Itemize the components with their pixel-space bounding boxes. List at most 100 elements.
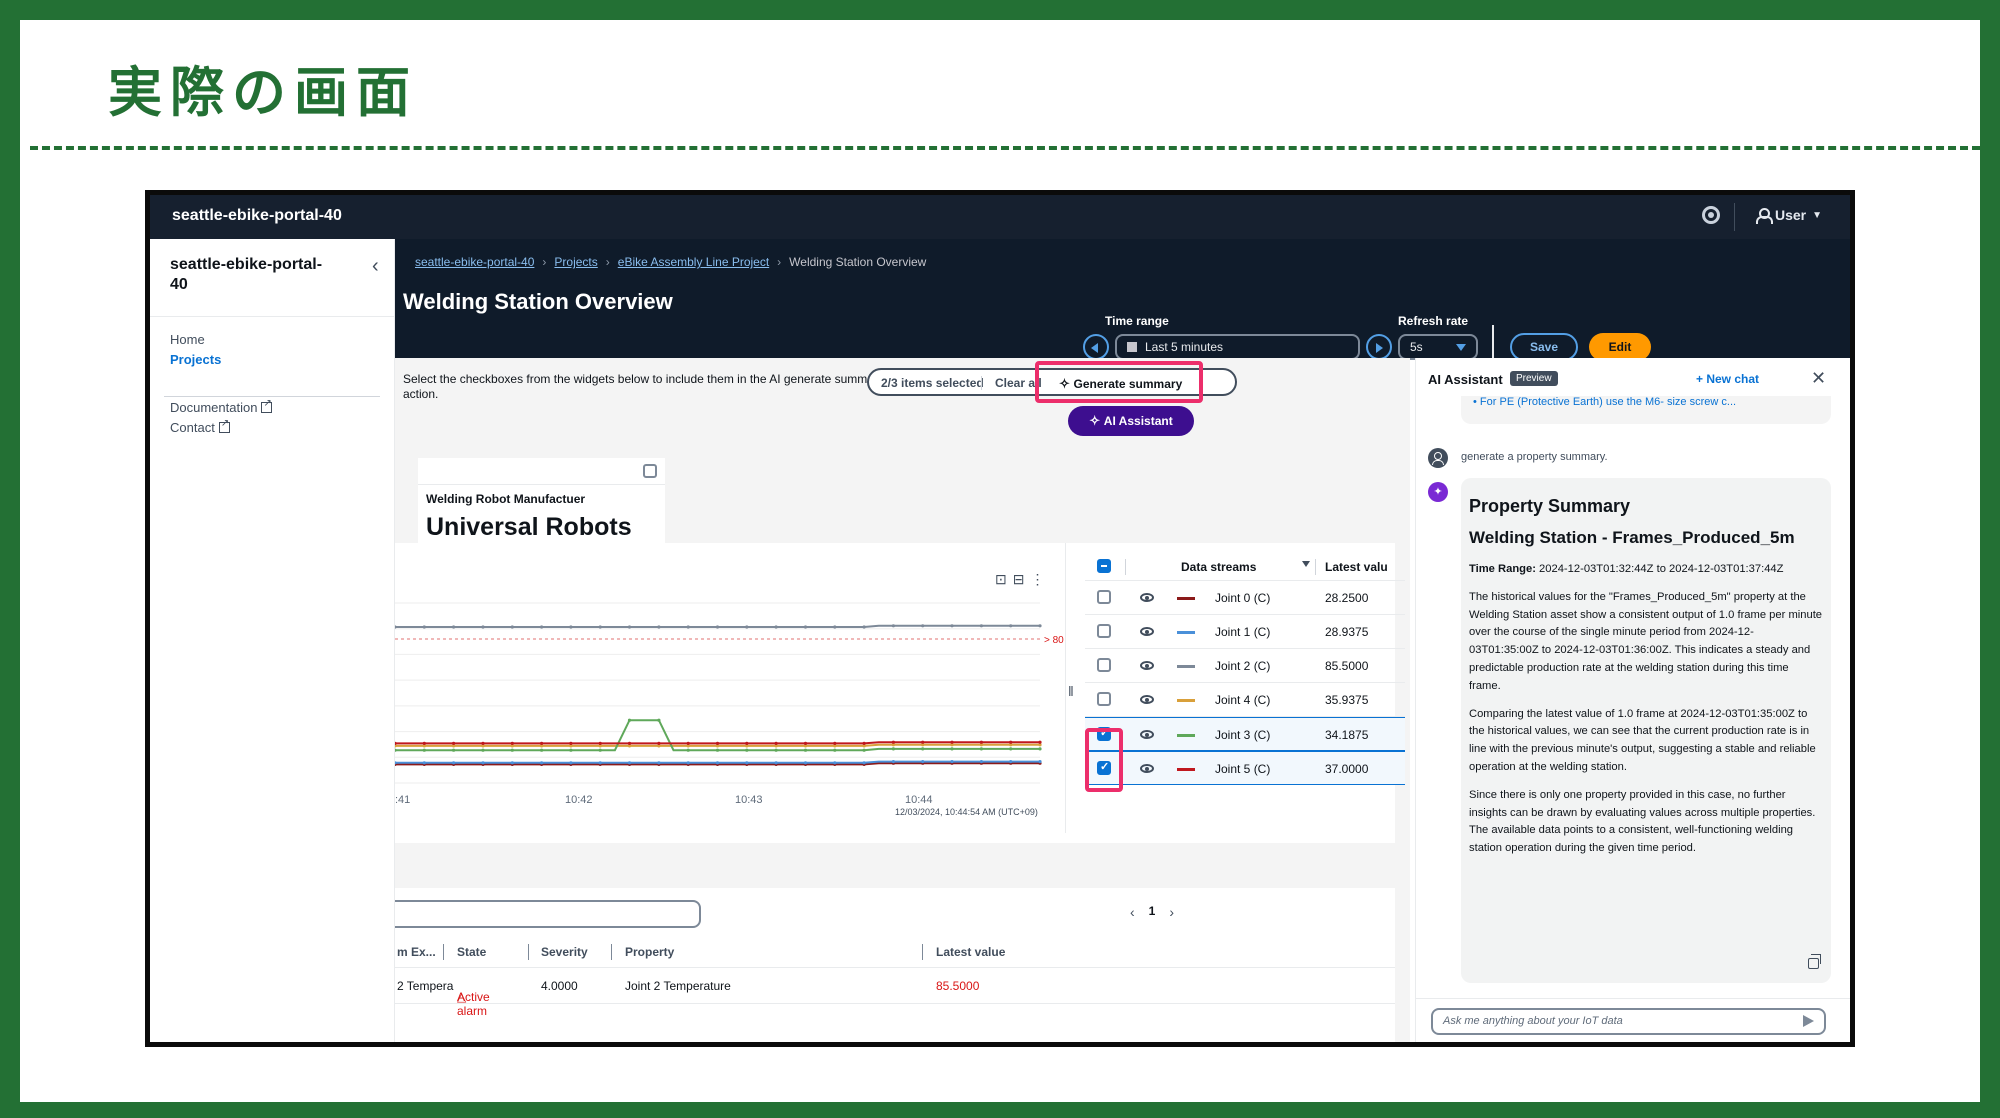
data-stream-row[interactable]: Joint 1 (C) 28.9375 (1085, 615, 1405, 649)
stream-checkbox[interactable] (1097, 692, 1111, 706)
data-stream-row[interactable]: Joint 2 (C) 85.5000 (1085, 649, 1405, 683)
divider (1065, 543, 1066, 833)
breadcrumb-item[interactable]: eBike Assembly Line Project (618, 255, 769, 269)
alarm-search-input[interactable] (395, 900, 701, 928)
response-heading: Property Summary (1469, 496, 1631, 516)
collapse-chevron-icon[interactable]: ‹ (372, 255, 379, 278)
data-point (979, 747, 984, 751)
external-link-icon (261, 398, 273, 413)
sidebar-link-documentation[interactable]: Documentation (170, 398, 273, 415)
ai-assistant-panel: AI Assistant Preview + New chat ✕ • For … (1415, 358, 1850, 1042)
data-point (979, 740, 984, 744)
column-header[interactable]: Property (625, 945, 674, 959)
data-point (774, 748, 778, 752)
time-range-picker[interactable]: Last 5 minutes (1115, 334, 1360, 360)
caret-down-icon: ▼ (1812, 209, 1822, 221)
data-point (422, 748, 426, 752)
save-button[interactable]: Save (1510, 333, 1578, 361)
breadcrumb-item[interactable]: seattle-ebike-portal-40 (415, 255, 534, 269)
select-all-checkbox[interactable] (1097, 559, 1111, 573)
data-point (510, 748, 514, 752)
close-icon[interactable]: ✕ (1811, 368, 1826, 389)
user-icon (1755, 208, 1773, 224)
stream-checkbox[interactable] (1097, 590, 1111, 604)
brand-title[interactable]: seattle-ebike-portal-40 (172, 207, 342, 225)
sidebar-item-projects[interactable]: Projects (170, 352, 221, 367)
data-stream-row[interactable]: Joint 0 (C) 28.2500 (1085, 581, 1405, 615)
data-point (833, 625, 837, 629)
column-header[interactable]: m Ex... (397, 945, 436, 959)
column-header[interactable]: Data streams (1181, 560, 1256, 574)
data-point (1038, 760, 1042, 764)
widget-checkbox[interactable] (643, 464, 657, 478)
data-point (510, 625, 514, 629)
data-point (422, 761, 426, 765)
ai-assistant-button[interactable]: ✧ AI Assistant (1068, 406, 1194, 436)
data-point (657, 625, 661, 629)
column-header[interactable]: Latest valu (1325, 560, 1388, 574)
data-point (540, 748, 544, 752)
table-row[interactable]: 2 Tempera △ Active alarm 4.0000 Joint 2 … (395, 968, 1395, 1018)
visibility-eye-icon[interactable] (1140, 661, 1154, 670)
data-point (950, 760, 954, 764)
sidebar-link-contact[interactable]: Contact (170, 418, 230, 435)
data-point (657, 718, 661, 722)
column-header[interactable]: Latest value (936, 945, 1005, 959)
send-icon[interactable] (1803, 1015, 1814, 1027)
visibility-eye-icon[interactable] (1140, 593, 1154, 602)
next-page-icon[interactable]: › (1169, 904, 1174, 920)
visibility-eye-icon[interactable] (1140, 695, 1154, 704)
kpi-widget: Welding Robot Manufactuer Universal Robo… (418, 458, 665, 543)
copy-icon[interactable] (1808, 954, 1821, 969)
column-header[interactable]: State (457, 945, 486, 959)
user-menu[interactable]: User ▼ (1755, 207, 1822, 224)
data-stream-row[interactable]: Joint 5 (C) 37.0000 (1085, 751, 1405, 785)
alarm-table-widget: ‹ 1 › m Ex... State Severity Property La… (395, 888, 1395, 1042)
stream-latest-value: 28.9375 (1325, 625, 1369, 639)
data-stream-row[interactable]: Joint 3 (C) 34.1875 (1085, 717, 1405, 751)
data-point (803, 625, 808, 629)
data-point (395, 741, 397, 745)
data-stream-row[interactable]: Joint 4 (C) 35.9375 (1085, 683, 1405, 717)
divider (150, 316, 394, 317)
prev-page-icon[interactable]: ‹ (1130, 904, 1135, 920)
edit-button[interactable]: Edit (1589, 333, 1651, 361)
visibility-eye-icon[interactable] (1140, 627, 1154, 636)
data-point (686, 761, 690, 765)
visibility-eye-icon[interactable] (1140, 730, 1154, 739)
stream-checkbox[interactable] (1097, 624, 1111, 638)
data-point (569, 625, 573, 629)
divider (1416, 998, 1850, 999)
breadcrumb-item[interactable]: Projects (554, 255, 597, 269)
data-point (657, 741, 661, 745)
data-point (921, 747, 925, 751)
data-point (745, 761, 749, 765)
resize-handle[interactable]: ‖ (1068, 683, 1074, 699)
data-point (891, 740, 895, 744)
new-chat-button[interactable]: + New chat (1696, 372, 1759, 386)
column-header[interactable]: Severity (541, 945, 588, 959)
data-point (598, 761, 602, 765)
sidebar-item-home[interactable]: Home (170, 332, 205, 347)
series-color-swatch (1177, 768, 1195, 771)
settings-gear-icon[interactable] (1702, 206, 1720, 224)
visibility-eye-icon[interactable] (1140, 764, 1154, 773)
data-point (862, 625, 866, 629)
breadcrumb: seattle-ebike-portal-40 › Projects › eBi… (415, 255, 926, 269)
stream-checkbox[interactable] (1097, 658, 1111, 672)
data-point (452, 748, 456, 752)
page-number[interactable]: 1 (1149, 904, 1156, 920)
filter-icon[interactable] (1302, 561, 1310, 567)
data-point (921, 740, 925, 744)
chat-input[interactable]: Ask me anything about your IoT data (1431, 1008, 1826, 1035)
data-point (745, 741, 749, 745)
series-color-swatch (1177, 699, 1195, 702)
time-forward-button[interactable] (1366, 334, 1392, 360)
data-point (452, 761, 456, 765)
preview-badge: Preview (1510, 371, 1558, 386)
data-point (1009, 747, 1013, 751)
data-point (891, 624, 895, 628)
reference-link[interactable]: For PE (Protective Earth) use the M6- si… (1480, 396, 1736, 408)
refresh-rate-select[interactable]: 5s (1398, 334, 1478, 360)
time-back-button[interactable] (1083, 334, 1109, 360)
